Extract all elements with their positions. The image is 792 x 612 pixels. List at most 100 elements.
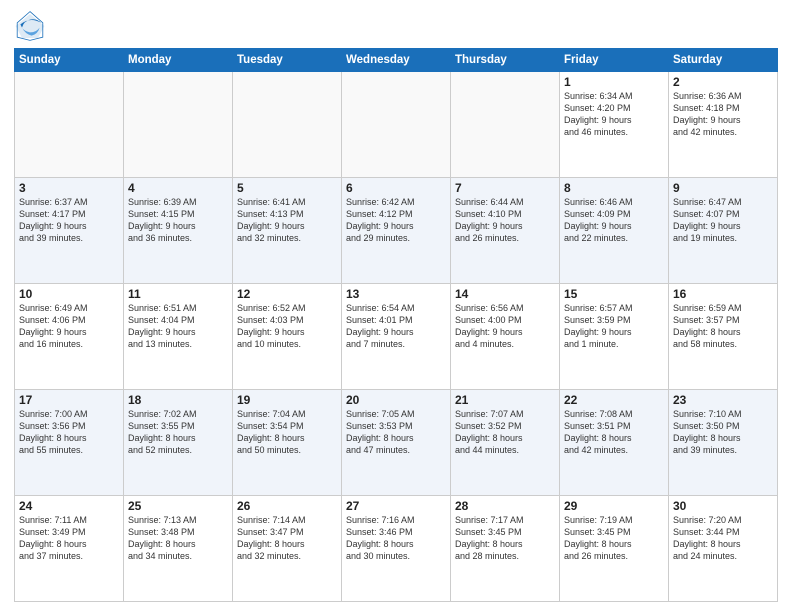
day-info: Sunrise: 7:08 AM Sunset: 3:51 PM Dayligh…	[564, 408, 664, 457]
day-number: 25	[128, 499, 228, 513]
calendar-cell	[451, 72, 560, 178]
calendar-cell	[342, 72, 451, 178]
calendar-cell: 17Sunrise: 7:00 AM Sunset: 3:56 PM Dayli…	[15, 390, 124, 496]
day-info: Sunrise: 6:41 AM Sunset: 4:13 PM Dayligh…	[237, 196, 337, 245]
day-number: 29	[564, 499, 664, 513]
weekday-header: Friday	[560, 49, 669, 72]
day-info: Sunrise: 7:11 AM Sunset: 3:49 PM Dayligh…	[19, 514, 119, 563]
day-number: 15	[564, 287, 664, 301]
calendar-cell: 3Sunrise: 6:37 AM Sunset: 4:17 PM Daylig…	[15, 178, 124, 284]
calendar-cell: 16Sunrise: 6:59 AM Sunset: 3:57 PM Dayli…	[669, 284, 778, 390]
day-info: Sunrise: 6:36 AM Sunset: 4:18 PM Dayligh…	[673, 90, 773, 139]
header	[14, 10, 778, 42]
calendar-cell: 13Sunrise: 6:54 AM Sunset: 4:01 PM Dayli…	[342, 284, 451, 390]
day-info: Sunrise: 6:39 AM Sunset: 4:15 PM Dayligh…	[128, 196, 228, 245]
day-info: Sunrise: 7:19 AM Sunset: 3:45 PM Dayligh…	[564, 514, 664, 563]
calendar-cell: 7Sunrise: 6:44 AM Sunset: 4:10 PM Daylig…	[451, 178, 560, 284]
calendar-cell: 6Sunrise: 6:42 AM Sunset: 4:12 PM Daylig…	[342, 178, 451, 284]
weekday-header: Tuesday	[233, 49, 342, 72]
calendar-cell: 24Sunrise: 7:11 AM Sunset: 3:49 PM Dayli…	[15, 496, 124, 602]
calendar-cell: 26Sunrise: 7:14 AM Sunset: 3:47 PM Dayli…	[233, 496, 342, 602]
day-info: Sunrise: 6:56 AM Sunset: 4:00 PM Dayligh…	[455, 302, 555, 351]
weekday-header: Saturday	[669, 49, 778, 72]
day-number: 11	[128, 287, 228, 301]
day-number: 4	[128, 181, 228, 195]
calendar-cell: 20Sunrise: 7:05 AM Sunset: 3:53 PM Dayli…	[342, 390, 451, 496]
calendar-cell: 23Sunrise: 7:10 AM Sunset: 3:50 PM Dayli…	[669, 390, 778, 496]
day-number: 8	[564, 181, 664, 195]
day-info: Sunrise: 7:00 AM Sunset: 3:56 PM Dayligh…	[19, 408, 119, 457]
calendar-cell: 29Sunrise: 7:19 AM Sunset: 3:45 PM Dayli…	[560, 496, 669, 602]
calendar-cell: 12Sunrise: 6:52 AM Sunset: 4:03 PM Dayli…	[233, 284, 342, 390]
calendar-cell: 5Sunrise: 6:41 AM Sunset: 4:13 PM Daylig…	[233, 178, 342, 284]
day-number: 27	[346, 499, 446, 513]
weekday-header: Monday	[124, 49, 233, 72]
logo	[14, 10, 50, 42]
calendar-cell	[124, 72, 233, 178]
day-number: 2	[673, 75, 773, 89]
day-number: 22	[564, 393, 664, 407]
day-info: Sunrise: 7:20 AM Sunset: 3:44 PM Dayligh…	[673, 514, 773, 563]
day-number: 7	[455, 181, 555, 195]
day-number: 10	[19, 287, 119, 301]
day-info: Sunrise: 6:51 AM Sunset: 4:04 PM Dayligh…	[128, 302, 228, 351]
day-info: Sunrise: 7:07 AM Sunset: 3:52 PM Dayligh…	[455, 408, 555, 457]
day-number: 13	[346, 287, 446, 301]
day-info: Sunrise: 7:02 AM Sunset: 3:55 PM Dayligh…	[128, 408, 228, 457]
day-info: Sunrise: 6:44 AM Sunset: 4:10 PM Dayligh…	[455, 196, 555, 245]
day-number: 20	[346, 393, 446, 407]
day-number: 3	[19, 181, 119, 195]
day-info: Sunrise: 6:42 AM Sunset: 4:12 PM Dayligh…	[346, 196, 446, 245]
calendar-cell: 15Sunrise: 6:57 AM Sunset: 3:59 PM Dayli…	[560, 284, 669, 390]
day-info: Sunrise: 6:46 AM Sunset: 4:09 PM Dayligh…	[564, 196, 664, 245]
calendar-cell: 30Sunrise: 7:20 AM Sunset: 3:44 PM Dayli…	[669, 496, 778, 602]
day-info: Sunrise: 7:16 AM Sunset: 3:46 PM Dayligh…	[346, 514, 446, 563]
calendar-cell: 22Sunrise: 7:08 AM Sunset: 3:51 PM Dayli…	[560, 390, 669, 496]
calendar-cell	[233, 72, 342, 178]
day-info: Sunrise: 6:52 AM Sunset: 4:03 PM Dayligh…	[237, 302, 337, 351]
day-number: 26	[237, 499, 337, 513]
day-info: Sunrise: 6:37 AM Sunset: 4:17 PM Dayligh…	[19, 196, 119, 245]
day-info: Sunrise: 7:10 AM Sunset: 3:50 PM Dayligh…	[673, 408, 773, 457]
day-number: 18	[128, 393, 228, 407]
calendar-cell: 28Sunrise: 7:17 AM Sunset: 3:45 PM Dayli…	[451, 496, 560, 602]
day-info: Sunrise: 6:57 AM Sunset: 3:59 PM Dayligh…	[564, 302, 664, 351]
calendar-week-row: 24Sunrise: 7:11 AM Sunset: 3:49 PM Dayli…	[15, 496, 778, 602]
day-number: 14	[455, 287, 555, 301]
day-number: 12	[237, 287, 337, 301]
day-number: 9	[673, 181, 773, 195]
day-number: 30	[673, 499, 773, 513]
calendar-cell: 27Sunrise: 7:16 AM Sunset: 3:46 PM Dayli…	[342, 496, 451, 602]
calendar-cell: 21Sunrise: 7:07 AM Sunset: 3:52 PM Dayli…	[451, 390, 560, 496]
page: SundayMondayTuesdayWednesdayThursdayFrid…	[0, 0, 792, 612]
day-number: 24	[19, 499, 119, 513]
day-number: 1	[564, 75, 664, 89]
day-info: Sunrise: 7:14 AM Sunset: 3:47 PM Dayligh…	[237, 514, 337, 563]
weekday-header: Thursday	[451, 49, 560, 72]
day-info: Sunrise: 6:47 AM Sunset: 4:07 PM Dayligh…	[673, 196, 773, 245]
calendar-cell: 11Sunrise: 6:51 AM Sunset: 4:04 PM Dayli…	[124, 284, 233, 390]
calendar-cell	[15, 72, 124, 178]
weekday-header: Sunday	[15, 49, 124, 72]
day-info: Sunrise: 7:05 AM Sunset: 3:53 PM Dayligh…	[346, 408, 446, 457]
day-number: 28	[455, 499, 555, 513]
calendar-week-row: 10Sunrise: 6:49 AM Sunset: 4:06 PM Dayli…	[15, 284, 778, 390]
calendar-week-row: 3Sunrise: 6:37 AM Sunset: 4:17 PM Daylig…	[15, 178, 778, 284]
day-number: 23	[673, 393, 773, 407]
day-number: 19	[237, 393, 337, 407]
calendar-cell: 19Sunrise: 7:04 AM Sunset: 3:54 PM Dayli…	[233, 390, 342, 496]
calendar-cell: 8Sunrise: 6:46 AM Sunset: 4:09 PM Daylig…	[560, 178, 669, 284]
calendar-header-row: SundayMondayTuesdayWednesdayThursdayFrid…	[15, 49, 778, 72]
day-info: Sunrise: 6:59 AM Sunset: 3:57 PM Dayligh…	[673, 302, 773, 351]
weekday-header: Wednesday	[342, 49, 451, 72]
calendar-week-row: 17Sunrise: 7:00 AM Sunset: 3:56 PM Dayli…	[15, 390, 778, 496]
calendar-table: SundayMondayTuesdayWednesdayThursdayFrid…	[14, 48, 778, 602]
day-info: Sunrise: 7:04 AM Sunset: 3:54 PM Dayligh…	[237, 408, 337, 457]
calendar-cell: 1Sunrise: 6:34 AM Sunset: 4:20 PM Daylig…	[560, 72, 669, 178]
day-info: Sunrise: 7:17 AM Sunset: 3:45 PM Dayligh…	[455, 514, 555, 563]
calendar-cell: 9Sunrise: 6:47 AM Sunset: 4:07 PM Daylig…	[669, 178, 778, 284]
calendar-cell: 10Sunrise: 6:49 AM Sunset: 4:06 PM Dayli…	[15, 284, 124, 390]
calendar-week-row: 1Sunrise: 6:34 AM Sunset: 4:20 PM Daylig…	[15, 72, 778, 178]
calendar-cell: 25Sunrise: 7:13 AM Sunset: 3:48 PM Dayli…	[124, 496, 233, 602]
calendar-cell: 18Sunrise: 7:02 AM Sunset: 3:55 PM Dayli…	[124, 390, 233, 496]
